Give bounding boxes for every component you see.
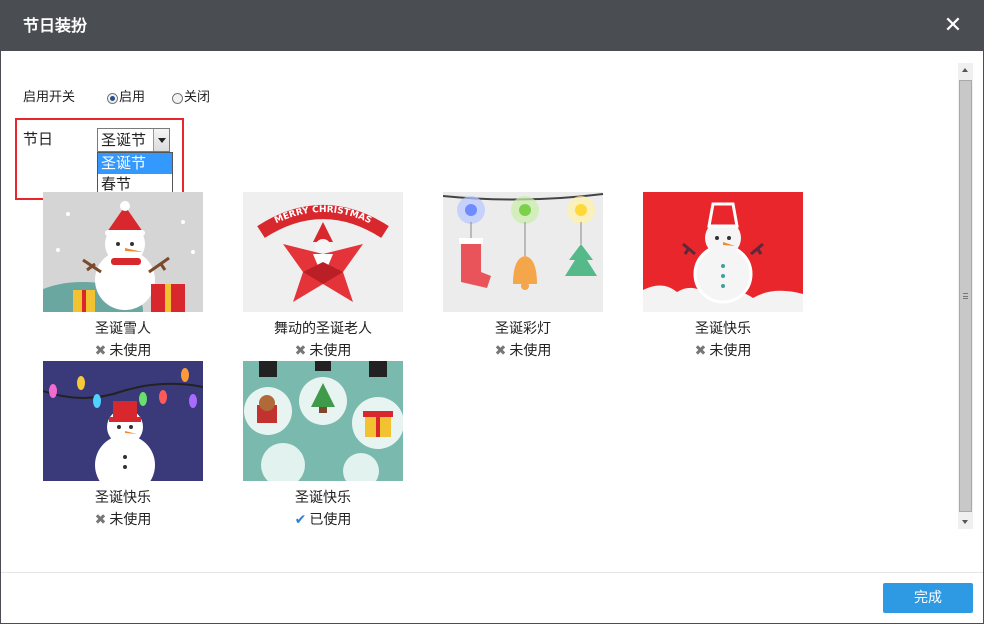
- radio-enable-label: 启用: [119, 90, 146, 105]
- theme-status: ✖ 未使用: [443, 342, 603, 360]
- cross-icon: ✖: [494, 343, 507, 359]
- theme-status: ✖ 未使用: [243, 342, 403, 360]
- theme-status: ✖ 未使用: [643, 342, 803, 360]
- theme-name: 舞动的圣诞老人: [274, 321, 372, 337]
- theme-card[interactable]: 圣诞快乐 ✖ 未使用: [643, 192, 803, 360]
- theme-status: ✔ 已使用: [243, 511, 403, 529]
- snowman-red-background-icon[interactable]: [643, 192, 803, 312]
- theme-status-text: 未使用: [109, 343, 152, 359]
- theme-card[interactable]: MERRY CHRISTMAS 舞动的圣诞老人 ✖ 未使用: [243, 192, 403, 360]
- theme-card[interactable]: 圣诞快乐 ✔ 已使用: [243, 361, 403, 529]
- dancing-santa-icon[interactable]: MERRY CHRISTMAS: [243, 192, 403, 312]
- holiday-label: 节日: [23, 130, 54, 148]
- theme-card[interactable]: 圣诞快乐 ✖ 未使用: [43, 361, 203, 529]
- chevron-down-icon[interactable]: [153, 129, 169, 151]
- scrollbar-thumb[interactable]: [959, 80, 972, 512]
- scroll-up-icon[interactable]: [958, 63, 973, 78]
- scroll-down-icon[interactable]: [958, 514, 973, 529]
- theme-name: 圣诞彩灯: [495, 321, 551, 337]
- grip-icon: [963, 293, 968, 299]
- theme-status-text: 已使用: [309, 512, 352, 528]
- christmas-lights-icon[interactable]: [443, 192, 603, 312]
- snowman-string-lights-icon[interactable]: [43, 361, 203, 481]
- cross-icon: ✖: [94, 343, 107, 359]
- theme-name: 圣诞雪人: [95, 321, 151, 337]
- cross-icon: ✖: [694, 343, 707, 359]
- done-button[interactable]: 完成: [883, 583, 973, 613]
- holiday-dropdown: 圣诞节 春节: [97, 152, 173, 197]
- dialog-title: 节日装扮: [23, 16, 88, 35]
- cross-icon: ✖: [94, 512, 107, 528]
- snowman-red-hat-icon[interactable]: [43, 192, 203, 312]
- radio-disable-label: 关闭: [184, 90, 211, 105]
- enable-switch-label: 启用开关: [23, 90, 76, 105]
- theme-status: ✖ 未使用: [43, 342, 203, 360]
- theme-name: 圣诞快乐: [95, 490, 151, 506]
- holiday-select[interactable]: 圣诞节: [97, 128, 170, 152]
- radio-enable[interactable]: 启用: [107, 89, 145, 107]
- theme-status-text: 未使用: [309, 343, 352, 359]
- theme-name: 圣诞快乐: [295, 490, 351, 506]
- radio-disable-dot[interactable]: [172, 92, 183, 104]
- theme-card[interactable]: 圣诞雪人 ✖ 未使用: [43, 192, 203, 360]
- footer-divider: [1, 572, 983, 573]
- radio-disable[interactable]: 关闭: [172, 89, 210, 107]
- check-icon: ✔: [294, 512, 307, 528]
- theme-status: ✖ 未使用: [43, 511, 203, 529]
- theme-status-text: 未使用: [109, 512, 152, 528]
- close-icon[interactable]: ✕: [943, 15, 963, 37]
- theme-name: 圣诞快乐: [695, 321, 751, 337]
- cross-icon: ✖: [294, 343, 307, 359]
- holiday-select-value: 圣诞节: [101, 131, 147, 149]
- theme-status-text: 未使用: [509, 343, 552, 359]
- christmas-bulbs-icon[interactable]: [243, 361, 403, 481]
- holiday-option-christmas[interactable]: 圣诞节: [98, 153, 172, 174]
- holiday-decoration-dialog: 节日装扮 ✕ 启用开关 启用 关闭 节日 圣诞节 圣诞节 春节 圣诞雪人 ✖ 未…: [0, 0, 984, 624]
- vertical-scrollbar[interactable]: [958, 63, 973, 529]
- theme-card[interactable]: 圣诞彩灯 ✖ 未使用: [443, 192, 603, 360]
- radio-enable-dot[interactable]: [107, 92, 118, 104]
- theme-status-text: 未使用: [709, 343, 752, 359]
- dialog-titlebar: 节日装扮 ✕: [1, 1, 983, 51]
